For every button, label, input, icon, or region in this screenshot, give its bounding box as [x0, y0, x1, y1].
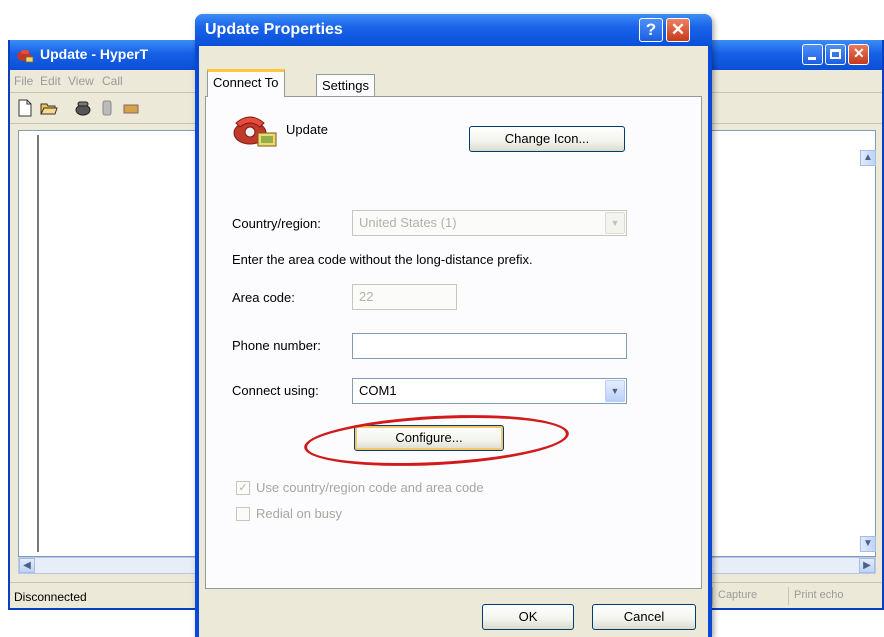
menu-file[interactable]: File — [14, 74, 33, 88]
country-label: Country/region: — [232, 216, 321, 231]
connect-using-value: COM1 — [359, 383, 397, 398]
ok-button[interactable]: OK — [482, 604, 574, 630]
area-code-instruction: Enter the area code without the long-dis… — [232, 252, 533, 267]
menu-call[interactable]: Call — [102, 74, 123, 88]
country-value: United States (1) — [359, 215, 457, 230]
change-icon-button[interactable]: Change Icon... — [469, 126, 625, 152]
connection-status: Disconnected — [14, 590, 87, 604]
phone-app-icon — [17, 50, 34, 63]
call-icon[interactable] — [74, 99, 92, 117]
status-separator — [712, 587, 713, 605]
cancel-button[interactable]: Cancel — [592, 604, 696, 630]
disconnect-icon[interactable] — [98, 99, 116, 117]
country-select: United States (1) ▼ — [352, 210, 627, 236]
maximize-button[interactable] — [825, 44, 846, 65]
status-capture: Capture — [718, 589, 758, 601]
chevron-down-icon[interactable]: ▼ — [605, 380, 625, 402]
tab-settings[interactable]: Settings — [316, 74, 375, 96]
scroll-right-button[interactable]: ▶ — [859, 558, 875, 573]
area-code-label: Area code: — [232, 290, 295, 305]
status-separator — [788, 587, 789, 605]
area-code-field: 22 — [352, 284, 457, 310]
cursor-line — [37, 135, 39, 552]
redial-checkbox — [236, 507, 250, 521]
scroll-up-button[interactable]: ▲ — [860, 150, 876, 166]
phone-connection-icon — [233, 116, 277, 147]
scroll-left-button[interactable]: ◀ — [19, 558, 35, 573]
dialog-body: Connect To Settings Update Change Icon..… — [199, 46, 708, 637]
tab-connect-to[interactable]: Connect To — [207, 69, 285, 97]
connect-using-label: Connect using: — [232, 383, 319, 398]
use-country-checkbox: ✓ — [236, 481, 250, 495]
open-icon[interactable] — [40, 99, 58, 117]
dialog-title: Update Properties — [205, 21, 343, 38]
redial-label: Redial on busy — [256, 506, 342, 521]
use-country-label: Use country/region code and area code — [256, 480, 484, 495]
close-window-button[interactable] — [848, 44, 869, 65]
menu-edit[interactable]: Edit — [40, 74, 61, 88]
chevron-down-icon: ▼ — [605, 212, 625, 234]
status-print-echo: Print echo — [794, 589, 844, 601]
menu-view[interactable]: View — [68, 74, 94, 88]
connection-name: Update — [286, 122, 328, 137]
new-icon[interactable] — [16, 99, 34, 117]
scroll-down-button[interactable]: ▼ — [860, 536, 876, 552]
connect-using-select[interactable]: COM1 ▼ — [352, 378, 627, 404]
phone-number-label: Phone number: — [232, 338, 321, 353]
dialog-titlebar[interactable]: Update Properties ? ✕ — [195, 14, 712, 46]
minimize-button[interactable] — [802, 44, 823, 65]
help-button[interactable]: ? — [639, 18, 663, 42]
dialog-close-button[interactable]: ✕ — [666, 18, 690, 42]
hyperterminal-title: Update - HyperT — [40, 46, 149, 62]
update-properties-dialog: Update Properties ? ✕ Connect To Setting… — [195, 14, 712, 637]
phone-number-field[interactable] — [352, 333, 627, 359]
connect-to-panel: Update Change Icon... Country/region: Un… — [205, 96, 702, 589]
send-icon[interactable] — [122, 99, 140, 117]
